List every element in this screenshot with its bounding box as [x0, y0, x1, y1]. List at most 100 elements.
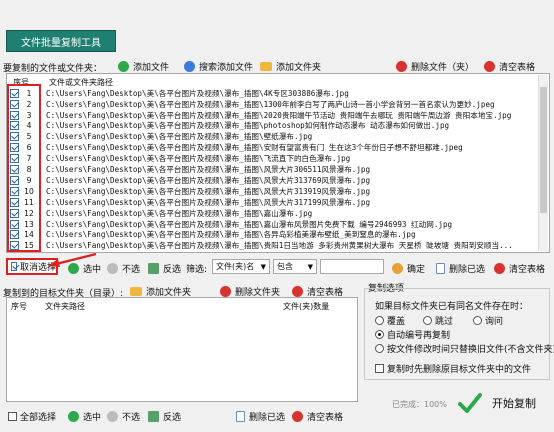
row-path: C:\Users\Fang\Desktop\美\各平台图片及视频\瀑布_插图\各… [46, 230, 416, 240]
row-path: C:\Users\Fang\Desktop\美\各平台图片及视频\瀑布_插图\4… [46, 88, 349, 98]
checkbox-icon [8, 412, 17, 421]
select-all-checkbox[interactable]: 全部选择 [8, 410, 56, 423]
clear-table-button[interactable]: 清空表格 [484, 60, 535, 73]
unselect-button[interactable]: 不选 [107, 262, 140, 275]
tab-label: 文件批量复制工具 [21, 37, 101, 49]
bottom-select-label: 选中 [83, 413, 102, 423]
target-col-index: 序号 [11, 302, 27, 311]
select-all-label: 全部选择 [20, 413, 57, 423]
row-path: C:\Users\Fang\Desktop\美\各平台图片及视频\瀑布_插图\p… [46, 121, 450, 131]
table-row[interactable]: 13 C:\Users\Fang\Desktop\美\各平台图片及视频\瀑布_插图… [10, 219, 452, 230]
filter-field-select[interactable]: 文件(夹)名 ▼ [212, 259, 270, 274]
bottom-unselect-button[interactable]: 不选 [107, 410, 140, 423]
filter-field-value: 文件(夹)名 [216, 262, 255, 271]
bottom-delete-selected-button[interactable]: 删除已选 [236, 410, 285, 423]
table-row[interactable]: 4 C:\Users\Fang\Desktop\美\各平台图片及视频\瀑布_插图\… [10, 121, 449, 132]
checkbox-icon [375, 364, 384, 373]
radio-skip[interactable]: 跳过 [423, 314, 453, 327]
filter-op-select[interactable]: 包含 ▼ [273, 259, 317, 274]
start-copy-button[interactable]: 开始复制 [458, 390, 548, 416]
table-row[interactable]: 12 C:\Users\Fang\Desktop\美\各平台图片及视频\瀑布_插图… [10, 208, 312, 219]
table-row[interactable]: 6 C:\Users\Fang\Desktop\美\各平台图片及视频\瀑布_插图\… [10, 143, 463, 154]
table-row[interactable]: 11 C:\Users\Fang\Desktop\美\各平台图片及视频\瀑布_插图… [10, 197, 370, 208]
add-folder-button[interactable]: 添加文件夹 [260, 60, 321, 73]
uncheck-icon [107, 263, 118, 274]
search-icon [184, 61, 195, 72]
row-path: C:\Users\Fang\Desktop\美\各平台图片及视频\瀑布_插图\嘉… [46, 219, 453, 229]
ask-label: 询问 [485, 317, 504, 327]
radio-icon [375, 344, 384, 353]
uncheck-icon [107, 411, 118, 422]
delete-doc-icon [236, 411, 245, 422]
scroll-thumb[interactable] [540, 87, 547, 213]
chevron-down-icon: ▼ [307, 262, 313, 271]
target-col-path: 文件夹路径 [45, 302, 85, 311]
row-path: C:\Users\Fang\Desktop\美\各平台图片及视频\瀑布_插图\风… [46, 197, 371, 207]
checkbox-delete-first[interactable]: 复制时先删除原目标文件夹中的文件 [375, 362, 531, 375]
select-label: 选中 [83, 265, 102, 275]
delete-selected-button[interactable]: 删除已选 [436, 262, 485, 275]
confirm-label: 确定 [407, 265, 426, 275]
table-row[interactable]: 3 C:\Users\Fang\Desktop\美\各平台图片及视频\瀑布_插图\… [10, 110, 511, 121]
clear-table-button-2[interactable]: 清空表格 [494, 262, 545, 275]
options-group: 如果目标文件夹已有同名文件存在时： 覆盖 跳过 询问 自动编号再复制 按文件修改… [364, 288, 554, 380]
tab-batch-copy[interactable]: 文件批量复制工具 [6, 30, 116, 52]
delete-doc-icon [436, 263, 445, 274]
select-button[interactable]: 选中 [68, 262, 101, 275]
add-file-button[interactable]: 添加文件 [118, 60, 169, 73]
table-row[interactable]: 5 C:\Users\Fang\Desktop\美\各平台图片及视频\瀑布_插图\… [10, 132, 312, 143]
auto-rename-label: 自动编号再复制 [387, 331, 451, 341]
checkmark-icon [458, 393, 482, 413]
chevron-down-icon: ▼ [260, 262, 266, 271]
by-time-label: 按文件修改时间只替换旧文件(不含文件夹) [387, 345, 554, 355]
bottom-select-button[interactable]: 选中 [68, 410, 101, 423]
invert-button[interactable]: 反选 [148, 262, 181, 275]
confirm-button[interactable]: 确定 [392, 262, 425, 275]
bottom-clear-button[interactable]: 清空表格 [292, 410, 343, 423]
bottom-invert-button[interactable]: 反选 [148, 410, 181, 423]
table-row[interactable]: 10 C:\Users\Fang\Desktop\美\各平台图片及视频\瀑布_插图… [10, 186, 370, 197]
invert-icon [148, 411, 159, 422]
remove-icon [220, 286, 231, 297]
remove-file-button[interactable]: 删除文件（夹） [396, 60, 474, 73]
checkbox-icon [11, 262, 17, 271]
row-path: C:\Users\Fang\Desktop\美\各平台图片及视频\瀑布_插图\嘉… [46, 208, 313, 218]
radio-selected-icon [375, 330, 384, 339]
radio-overwrite[interactable]: 覆盖 [375, 314, 405, 327]
target-folder-list[interactable]: 序号 文件夹路径 文件(夹)数量 [6, 297, 358, 402]
add-file-label: 添加文件 [133, 63, 170, 73]
checkbox-column-highlight [7, 84, 41, 252]
table-row[interactable]: 1 C:\Users\Fang\Desktop\美\各平台图片及视频\瀑布_插图\… [10, 88, 349, 99]
filter-label: 筛选: [186, 265, 208, 275]
filter-value-input[interactable] [320, 259, 384, 274]
search-add-button[interactable]: 搜索添加文件 [184, 60, 253, 73]
start-copy-label: 开始复制 [492, 397, 536, 410]
row-path: C:\Users\Fang\Desktop\美\各平台图片及视频\瀑布_插图\安… [46, 143, 463, 153]
table-row[interactable]: 8 C:\Users\Fang\Desktop\美\各平台图片及视频\瀑布_插图\… [10, 164, 370, 175]
clear-table-label: 清空表格 [509, 265, 546, 275]
row-path: C:\Users\Fang\Desktop\美\各平台图片及视频\瀑布_插图\风… [46, 186, 371, 196]
clear-icon [292, 411, 303, 422]
row-path: C:\Users\Fang\Desktop\美\各平台图片及视频\瀑布_插图\风… [46, 175, 371, 185]
confirm-icon [392, 263, 403, 274]
radio-by-time[interactable]: 按文件修改时间只替换旧文件(不含文件夹) [375, 342, 554, 355]
invert-label: 反选 [163, 265, 182, 275]
target-col-count: 文件(夹)数量 [283, 302, 330, 311]
table-row[interactable]: 7 C:\Users\Fang\Desktop\美\各平台图片及视频\瀑布_插图\… [10, 153, 350, 164]
table-row[interactable]: 14 C:\Users\Fang\Desktop\美\各平台图片及视频\瀑布_插图… [10, 230, 416, 241]
source-file-list[interactable]: 序号 文件或文件夹路径 1 C:\Users\Fang\Desktop\美\各平台… [6, 73, 550, 253]
clear-table-label: 清空表格 [499, 63, 536, 73]
row-path: C:\Users\Fang\Desktop\美\各平台图片及视频\瀑布_插图\飞… [46, 154, 351, 164]
invert-icon [148, 263, 159, 274]
radio-ask[interactable]: 询问 [473, 314, 503, 327]
radio-auto-rename[interactable]: 自动编号再复制 [375, 328, 450, 341]
overwrite-label: 覆盖 [387, 317, 406, 327]
table-row[interactable]: 2 C:\Users\Fang\Desktop\美\各平台图片及视频\瀑布_插图\… [10, 99, 495, 110]
check-circle-icon [68, 263, 79, 274]
delete-first-label: 复制时先删除原目标文件夹中的文件 [387, 365, 532, 375]
table-row[interactable]: 9 C:\Users\Fang\Desktop\美\各平台图片及视频\瀑布_插图\… [10, 175, 370, 186]
row-path: C:\Users\Fang\Desktop\美\各平台图片及视频\瀑布_插图\风… [46, 165, 371, 175]
source-rows: 1 C:\Users\Fang\Desktop\美\各平台图片及视频\瀑布_插图\… [10, 88, 538, 252]
radio-icon [423, 316, 432, 325]
vertical-scrollbar[interactable] [538, 75, 548, 251]
